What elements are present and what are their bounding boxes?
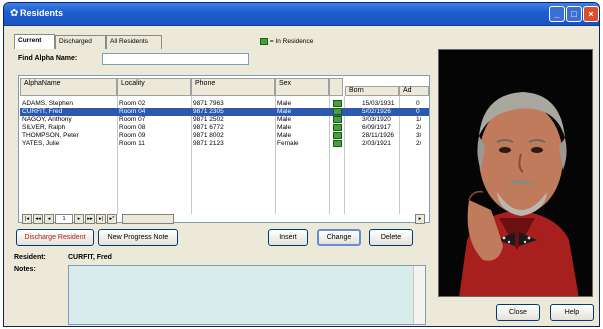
cell-locality: Room 09	[119, 132, 146, 139]
last-record-button[interactable]: ▸|	[96, 214, 106, 224]
cell-born: 15/03/1931	[362, 100, 395, 107]
cell-sex: Male	[277, 100, 292, 107]
record-number-field[interactable]: 1	[55, 214, 73, 224]
title-bar[interactable]: ✿ Residents _ □ ×	[4, 3, 599, 26]
close-window-button[interactable]: ×	[583, 6, 599, 22]
cell-locality: Room 08	[119, 124, 146, 131]
app-icon: ✿	[10, 8, 19, 19]
notes-textarea[interactable]	[68, 265, 426, 325]
table-row[interactable]: YATES, Julie Room 11 9871 2123 Female 2/…	[20, 140, 429, 148]
table-row[interactable]: ADAMS, Stephen Room 02 9871 7963 Male 15…	[20, 100, 429, 108]
previous-record-button[interactable]: ◂	[44, 214, 54, 224]
discharge-resident-button[interactable]: Discharge Resident	[16, 229, 94, 246]
cell-alphaname: THOMPSON, Peter	[22, 132, 79, 139]
cell-alphaname: SILVER, Ralph	[22, 124, 66, 131]
column-header-phone[interactable]: Phone	[191, 78, 275, 96]
column-header-residence[interactable]	[329, 78, 343, 96]
cell-sex: Female	[277, 140, 299, 147]
cell-sex: Male	[277, 108, 292, 115]
in-residence-indicator	[333, 116, 342, 123]
table-row[interactable]: SILVER, Ralph Room 08 9871 6772 Male 6/0…	[20, 124, 429, 132]
cell-born: 28/11/1926	[362, 132, 395, 139]
cell-admitted: 1/	[416, 116, 422, 123]
in-residence-indicator	[333, 124, 342, 131]
notes-scrollbar[interactable]	[413, 266, 425, 324]
find-alpha-name-input[interactable]	[102, 53, 249, 65]
first-record-button[interactable]: |◂	[22, 214, 32, 224]
new-record-button[interactable]: ▸*	[107, 214, 117, 224]
tab-discharged[interactable]: Discharged	[55, 35, 106, 49]
cell-alphaname: CURFIT, Fred	[22, 108, 63, 115]
column-header-alphaname[interactable]: AlphaName	[20, 78, 117, 96]
cell-alphaname: YATES, Julie	[22, 140, 60, 147]
in-residence-indicator	[333, 100, 342, 107]
scroll-right-button[interactable]: ▸	[415, 214, 425, 224]
resident-label: Resident:	[14, 254, 46, 261]
residents-window: ✿ Residents _ □ × Current Discharged All…	[3, 2, 600, 327]
cell-admitted: 2/	[416, 124, 422, 131]
insert-button[interactable]: Insert	[268, 229, 308, 246]
find-alpha-name-label: Find Alpha Name:	[18, 55, 78, 62]
cell-alphaname: ADAMS, Stephen	[22, 100, 73, 107]
cell-locality: Room 02	[119, 100, 146, 107]
cell-phone: 9871 7963	[193, 100, 224, 107]
next-page-button[interactable]: ▸▸	[85, 214, 95, 224]
residents-grid[interactable]: AlphaName Locality Phone Sex Born Ad ADA…	[18, 75, 430, 223]
cell-locality: Room 11	[119, 140, 145, 147]
change-button[interactable]: Change	[317, 229, 361, 246]
tab-all-residents[interactable]: All Residents	[106, 35, 162, 49]
cell-admitted: 0	[416, 108, 420, 115]
horizontal-scrollbar[interactable]	[122, 214, 174, 224]
cell-alphaname: NAGOY, Anthony	[22, 116, 72, 123]
resident-photo	[438, 49, 593, 297]
cell-admitted: 2/	[416, 140, 422, 147]
cell-admitted: 3/	[416, 132, 422, 139]
in-residence-indicator	[333, 108, 342, 115]
notes-label: Notes:	[14, 266, 36, 273]
previous-page-button[interactable]: ◂◂	[33, 214, 43, 224]
cell-born: 2/03/1921	[362, 140, 391, 147]
maximize-button[interactable]: □	[566, 6, 582, 22]
cell-phone: 9871 2502	[193, 116, 224, 123]
column-header-admitted[interactable]: Ad	[399, 86, 429, 96]
minimize-button[interactable]: _	[549, 6, 565, 22]
table-row[interactable]: NAGOY, Anthony Room 07 9871 2502 Male 3/…	[20, 116, 429, 124]
cell-sex: Male	[277, 132, 292, 139]
cell-sex: Male	[277, 124, 292, 131]
table-row[interactable]: THOMPSON, Peter Room 09 9871 8002 Male 2…	[20, 132, 429, 140]
cell-phone: 9871 2305	[193, 108, 224, 115]
in-residence-indicator	[333, 132, 342, 139]
cell-born: 5/02/1926	[362, 108, 391, 115]
cell-locality: Room 07	[119, 116, 146, 123]
in-residence-indicator	[333, 140, 342, 147]
cell-locality: Room 04	[119, 108, 146, 115]
delete-button[interactable]: Delete	[369, 229, 413, 246]
next-record-button[interactable]: ▸	[74, 214, 84, 224]
close-button[interactable]: Close	[496, 304, 540, 321]
new-progress-note-button[interactable]: New Progress Note	[98, 229, 178, 246]
cell-phone: 9871 2123	[193, 140, 224, 147]
legend-label: = In Residence	[269, 38, 314, 46]
cell-sex: Male	[277, 116, 292, 123]
resident-name: CURFIT, Fred	[68, 254, 112, 261]
column-header-born[interactable]: Born	[345, 86, 399, 96]
resident-portrait-image	[439, 50, 592, 296]
table-row-selected[interactable]: CURFIT, Fred Room 04 9871 2305 Male 5/02…	[20, 108, 429, 116]
help-button[interactable]: Help	[550, 304, 594, 321]
residence-legend: = In Residence	[260, 38, 313, 45]
cell-phone: 9871 8002	[193, 132, 224, 139]
in-residence-swatch	[260, 38, 268, 45]
cell-admitted: 0	[416, 100, 420, 107]
window-title: Residents	[20, 8, 64, 18]
column-header-sex[interactable]: Sex	[275, 78, 329, 96]
cell-phone: 9871 6772	[193, 124, 224, 131]
column-header-locality[interactable]: Locality	[117, 78, 191, 96]
tab-current[interactable]: Current	[14, 34, 55, 49]
cell-born: 6/09/1917	[362, 124, 391, 131]
cell-born: 3/03/1920	[362, 116, 391, 123]
